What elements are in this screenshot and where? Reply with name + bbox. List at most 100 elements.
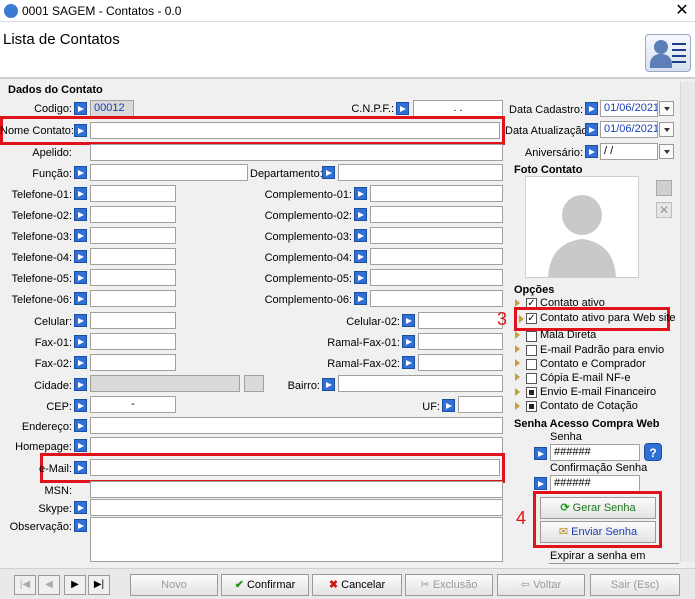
- departamento-input[interactable]: [338, 164, 503, 181]
- sair-button[interactable]: Sair (Esc): [590, 574, 680, 596]
- msn-input[interactable]: [90, 481, 503, 498]
- data-atualizacao-field[interactable]: 01/06/2021: [600, 121, 658, 138]
- celular-input[interactable]: [90, 312, 176, 329]
- next-record-button[interactable]: ▶: [64, 575, 86, 595]
- first-record-button[interactable]: |◀: [14, 575, 36, 595]
- voltar-button[interactable]: ⇦ Voltar: [497, 574, 585, 596]
- complemento-04-input[interactable]: [370, 248, 503, 265]
- gerar-senha-button[interactable]: ⟳ Gerar Senha: [540, 497, 656, 519]
- fax-01-arrow-icon[interactable]: [74, 335, 87, 348]
- envio-email-financeiro-checkbox[interactable]: [526, 387, 537, 398]
- telefone-03-arrow-icon[interactable]: [74, 229, 87, 242]
- cnpj-field[interactable]: . .: [413, 100, 503, 117]
- skype-input[interactable]: [90, 499, 503, 516]
- cep-input[interactable]: -: [90, 396, 176, 413]
- celular-02-arrow-icon[interactable]: [402, 314, 415, 327]
- telefone-04-arrow-icon[interactable]: [74, 250, 87, 263]
- novo-button[interactable]: Novo: [130, 574, 218, 596]
- confirmacao-senha-input[interactable]: ######: [550, 475, 640, 492]
- contacts-icon[interactable]: [645, 34, 691, 72]
- data-atualizacao-arrow-icon[interactable]: [585, 123, 598, 136]
- mala-direta-checkbox[interactable]: [526, 331, 537, 342]
- complemento-01-arrow-icon[interactable]: [354, 187, 367, 200]
- complemento-02-arrow-icon[interactable]: [354, 208, 367, 221]
- homepage-arrow-icon[interactable]: [74, 439, 87, 452]
- add-photo-icon[interactable]: [656, 180, 672, 196]
- ramal-fax-02-arrow-icon[interactable]: [402, 356, 415, 369]
- funcao-arrow-icon[interactable]: [74, 166, 87, 179]
- email-arrow-icon[interactable]: [74, 461, 87, 474]
- bairro-arrow-icon[interactable]: [322, 378, 335, 391]
- ramal-fax-01-input[interactable]: [418, 333, 503, 350]
- complemento-05-arrow-icon[interactable]: [354, 271, 367, 284]
- contato-comprador-checkbox[interactable]: [526, 359, 537, 370]
- funcao-input[interactable]: [90, 164, 248, 181]
- contato-cotacao-checkbox[interactable]: [526, 401, 537, 412]
- codigo-arrow-icon[interactable]: [74, 102, 87, 115]
- complemento-06-input[interactable]: [370, 290, 503, 307]
- enviar-senha-button[interactable]: ✉ Enviar Senha: [540, 521, 656, 543]
- remove-photo-icon[interactable]: ✕: [656, 202, 672, 218]
- complemento-02-input[interactable]: [370, 206, 503, 223]
- data-cadastro-dropdown-icon[interactable]: [659, 101, 674, 116]
- skype-arrow-icon[interactable]: [74, 501, 87, 514]
- telefone-04-input[interactable]: [90, 248, 176, 265]
- nome-contato-arrow-icon[interactable]: [74, 124, 87, 137]
- uf-arrow-icon[interactable]: [442, 399, 455, 412]
- complemento-03-input[interactable]: [370, 227, 503, 244]
- cnpj-arrow-icon[interactable]: [396, 102, 409, 115]
- telefone-05-arrow-icon[interactable]: [74, 271, 87, 284]
- apelido-input[interactable]: [90, 144, 503, 161]
- vertical-scrollbar[interactable]: [680, 82, 695, 562]
- telefone-05-input[interactable]: [90, 269, 176, 286]
- telefone-01-input[interactable]: [90, 185, 176, 202]
- data-cadastro-field[interactable]: 01/06/2021: [600, 100, 658, 117]
- confirmar-button[interactable]: ✔ Confirmar: [221, 574, 309, 596]
- telefone-06-input[interactable]: [90, 290, 176, 307]
- telefone-02-input[interactable]: [90, 206, 176, 223]
- cidade-arrow-icon[interactable]: [74, 378, 87, 391]
- contato-web-checkbox[interactable]: ✓: [526, 313, 537, 324]
- complemento-06-arrow-icon[interactable]: [354, 292, 367, 305]
- complemento-03-arrow-icon[interactable]: [354, 229, 367, 242]
- observacao-textarea[interactable]: [90, 517, 503, 562]
- exclusao-button[interactable]: ✂ Exclusão: [405, 574, 493, 596]
- endereco-input[interactable]: [90, 417, 503, 434]
- fax-01-input[interactable]: [90, 333, 176, 350]
- telefone-03-input[interactable]: [90, 227, 176, 244]
- email-padrao-checkbox[interactable]: [526, 345, 537, 356]
- data-atualizacao-dropdown-icon[interactable]: [659, 122, 674, 137]
- contact-photo[interactable]: [525, 176, 639, 278]
- bairro-input[interactable]: [338, 375, 503, 392]
- departamento-arrow-icon[interactable]: [322, 166, 335, 179]
- senha-input[interactable]: ######: [550, 444, 640, 461]
- copia-email-nfe-checkbox[interactable]: [526, 373, 537, 384]
- telefone-02-arrow-icon[interactable]: [74, 208, 87, 221]
- senha-arrow-icon[interactable]: [534, 447, 547, 460]
- confirmacao-senha-arrow-icon[interactable]: [534, 477, 547, 490]
- uf-input[interactable]: [458, 396, 503, 413]
- endereco-arrow-icon[interactable]: [74, 419, 87, 432]
- complemento-05-input[interactable]: [370, 269, 503, 286]
- celular-02-input[interactable]: [418, 312, 503, 329]
- help-icon[interactable]: ?: [644, 443, 662, 461]
- aniversario-arrow-icon[interactable]: [585, 145, 598, 158]
- ramal-fax-01-arrow-icon[interactable]: [402, 335, 415, 348]
- observacao-arrow-icon[interactable]: [74, 519, 87, 532]
- prev-record-button[interactable]: ◀: [38, 575, 60, 595]
- homepage-input[interactable]: [90, 437, 503, 454]
- ramal-fax-02-input[interactable]: [418, 354, 503, 371]
- telefone-06-arrow-icon[interactable]: [74, 292, 87, 305]
- aniversario-field[interactable]: / /: [600, 143, 658, 160]
- fax-02-input[interactable]: [90, 354, 176, 371]
- telefone-01-arrow-icon[interactable]: [74, 187, 87, 200]
- cep-arrow-icon[interactable]: [74, 399, 87, 412]
- cancelar-button[interactable]: ✖ Cancelar: [312, 574, 402, 596]
- complemento-04-arrow-icon[interactable]: [354, 250, 367, 263]
- complemento-01-input[interactable]: [370, 185, 503, 202]
- aniversario-dropdown-icon[interactable]: [659, 144, 674, 159]
- last-record-button[interactable]: ▶|: [88, 575, 110, 595]
- data-cadastro-arrow-icon[interactable]: [585, 102, 598, 115]
- celular-arrow-icon[interactable]: [74, 314, 87, 327]
- close-icon[interactable]: ✕: [672, 1, 692, 21]
